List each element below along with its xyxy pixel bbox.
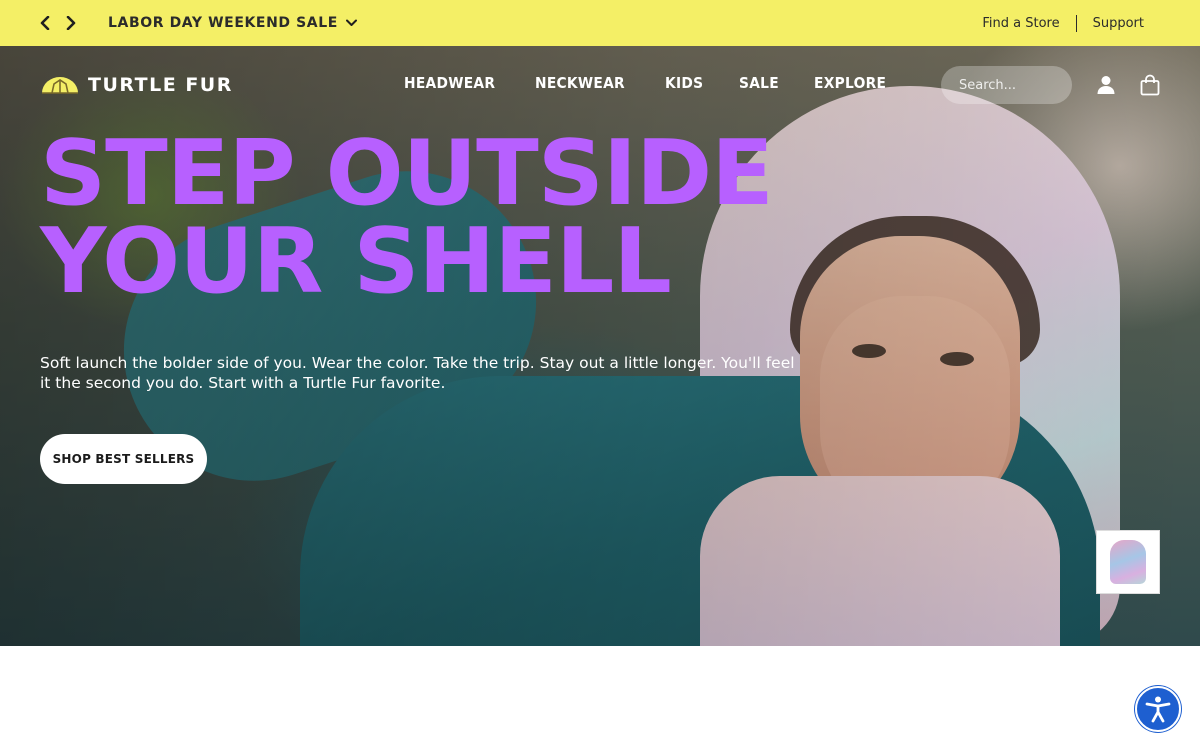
hero-headline-line-2: YOUR SHELL [40, 209, 672, 314]
sale-announcement-label: LABOR DAY WEEKEND SALE [108, 15, 338, 31]
nav-item-kids[interactable]: KIDS [665, 74, 703, 92]
hero-headline: STEP OUTSIDE YOUR SHELL [40, 129, 840, 307]
shopping-bag-icon [1140, 74, 1160, 96]
utility-links: Find a Store Support [982, 12, 1144, 34]
search-input[interactable] [941, 66, 1072, 104]
hero-subcopy: Soft launch the bolder side of you. Wear… [40, 354, 795, 392]
sale-announcement-dropdown[interactable]: LABOR DAY WEEKEND SALE [108, 12, 357, 34]
main-navigation: HEADWEAR NECKWEAR KIDS SALE EXPLORE [404, 74, 893, 92]
nav-item-sale[interactable]: SALE [739, 74, 779, 92]
account-icon [1097, 76, 1115, 94]
nav-item-neckwear[interactable]: NECKWEAR [535, 74, 625, 92]
product-thumbnail-image [1110, 540, 1146, 584]
hero-headline-line-1: STEP OUTSIDE [40, 121, 774, 226]
account-button[interactable] [1093, 72, 1119, 98]
shop-best-sellers-button[interactable]: SHOP BEST SELLERS [40, 434, 207, 484]
nav-item-headwear[interactable]: HEADWEAR [404, 74, 495, 92]
support-link[interactable]: Support [1093, 16, 1144, 31]
nav-item-explore[interactable]: EXPLORE [814, 74, 886, 92]
next-announcement-button[interactable] [60, 12, 82, 34]
accessibility-icon [1145, 696, 1171, 723]
logo-wordmark: TURTLE FUR [88, 74, 233, 96]
chevron-right-icon [66, 16, 76, 30]
turtle-fur-logo-icon [42, 77, 78, 94]
chevron-down-icon [345, 19, 357, 26]
turtle-fur-logo[interactable]: TURTLE FUR [40, 74, 233, 96]
cart-button[interactable] [1137, 72, 1163, 98]
announcement-bar: LABOR DAY WEEKEND SALE Find a Store Supp… [0, 0, 1200, 46]
find-a-store-link[interactable]: Find a Store [982, 16, 1059, 31]
chevron-left-icon [40, 16, 50, 30]
previous-announcement-button[interactable] [34, 12, 56, 34]
product-thumbnail[interactable] [1096, 530, 1160, 594]
site-header: TURTLE FUR HEADWEAR NECKWEAR KIDS SALE E… [0, 46, 1200, 122]
accessibility-button[interactable] [1135, 686, 1181, 732]
utility-divider [1075, 14, 1077, 32]
